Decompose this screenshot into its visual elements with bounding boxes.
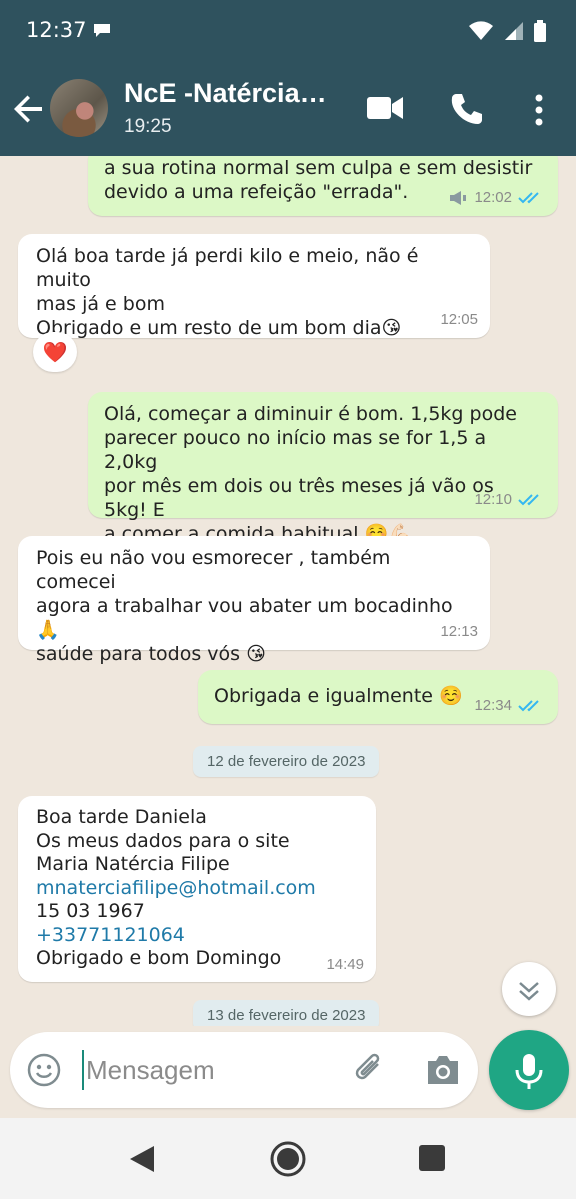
message-line: Os meus dados para o site	[36, 829, 290, 852]
scroll-to-bottom-button[interactable]	[502, 962, 556, 1016]
nav-home-icon[interactable]	[269, 1140, 307, 1178]
contact-last-seen: 19:25	[124, 116, 172, 137]
mic-button[interactable]	[489, 1030, 569, 1110]
phone-icon[interactable]	[450, 92, 482, 126]
phone-link[interactable]: +33771121064	[36, 924, 358, 948]
message-outgoing[interactable]: a sua rotina normal sem culpa e sem desi…	[88, 156, 558, 216]
double-chevron-down-icon	[519, 982, 539, 1001]
message-list[interactable]: a sua rotina normal sem culpa e sem desi…	[0, 156, 576, 1026]
email-link[interactable]: mnaterciafilipe@hotmail.com	[36, 877, 358, 901]
back-arrow-icon[interactable]	[12, 92, 46, 126]
read-ticks-icon	[518, 192, 539, 204]
chat-notification-icon	[94, 24, 110, 37]
date-separator: 12 de fevereiro de 2023	[193, 746, 380, 777]
heart-icon[interactable]: ❤️	[33, 332, 77, 372]
message-time: 14:49	[326, 955, 364, 973]
status-icons	[468, 20, 546, 42]
nav-recents-icon[interactable]	[419, 1145, 445, 1171]
message-time: 12:34	[474, 697, 512, 714]
message-time: 12:13	[440, 623, 478, 640]
message-line: Boa tarde Daniela	[36, 806, 207, 828]
status-bar: 12:37	[0, 0, 576, 64]
date-separator: 13 de fevereiro de 2023	[193, 1000, 380, 1026]
message-composer	[10, 1032, 478, 1108]
message-time: 12:05	[440, 311, 478, 328]
nav-back-icon[interactable]	[128, 1144, 158, 1174]
message-text: Pois eu não vou esmorecer , também comec…	[36, 547, 453, 665]
wifi-icon	[469, 21, 493, 40]
message-incoming[interactable]: Boa tarde Daniela Os meus dados para o s…	[18, 796, 376, 982]
message-text: Olá boa tarde já perdi kilo e meio, não …	[36, 245, 419, 339]
message-incoming[interactable]: Olá boa tarde já perdi kilo e meio, não …	[18, 234, 490, 339]
contact-avatar[interactable]	[50, 79, 108, 137]
message-line: Obrigado e bom Domingo	[36, 947, 282, 969]
read-ticks-icon	[518, 494, 539, 506]
message-meta: 12:02	[448, 186, 546, 210]
emoji-icon[interactable]	[26, 1052, 62, 1088]
speaker-icon	[450, 191, 467, 205]
video-call-icon[interactable]	[367, 94, 403, 122]
contact-name[interactable]: NcE -Natércia…	[124, 78, 327, 109]
more-vert-icon[interactable]	[534, 94, 544, 126]
read-ticks-icon	[518, 700, 539, 712]
message-meta: 12:34	[474, 694, 546, 718]
signal-icon	[505, 22, 523, 40]
battery-icon	[534, 20, 546, 42]
camera-icon[interactable]	[424, 1052, 462, 1088]
message-line: 15 03 1967	[36, 900, 145, 922]
message-incoming[interactable]: Pois eu não vou esmorecer , também comec…	[18, 536, 490, 665]
message-meta: 14:49	[326, 953, 364, 977]
status-time: 12:37	[26, 18, 87, 42]
chat-header: NcE -Natércia… 19:25	[0, 64, 576, 156]
system-nav-bar	[0, 1118, 576, 1199]
message-meta: 12:10	[474, 488, 546, 512]
message-input[interactable]	[82, 1050, 332, 1090]
mic-icon	[515, 1054, 543, 1089]
message-meta: 12:05	[440, 308, 478, 332]
message-time: 12:10	[474, 491, 512, 508]
attach-icon[interactable]	[350, 1050, 390, 1090]
message-outgoing[interactable]: Obrigada e igualmente ☺️ 12:34	[198, 670, 558, 724]
message-text: Olá, começar a diminuir é bom. 1,5kg pod…	[104, 403, 517, 545]
message-outgoing[interactable]: Olá, começar a diminuir é bom. 1,5kg pod…	[88, 392, 558, 545]
message-meta: 12:13	[440, 620, 478, 644]
message-time: 12:02	[474, 189, 512, 206]
message-line: Maria Natércia Filipe	[36, 853, 230, 875]
